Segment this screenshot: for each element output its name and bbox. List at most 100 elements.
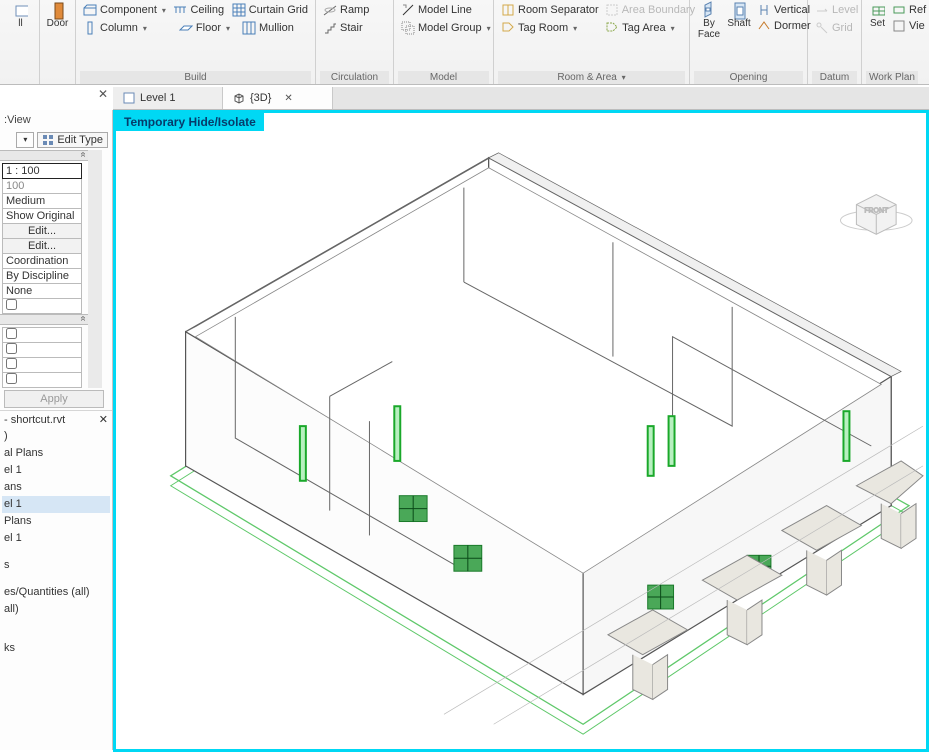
properties-table2 (2, 327, 82, 388)
areaboundary-button: Area Boundary (602, 2, 698, 18)
circulation-group-title: Circulation (320, 71, 389, 84)
floor-button[interactable]: Floor▾ (176, 20, 233, 36)
dormer-label: Dormer (774, 20, 811, 32)
prop-scaleval: 100 (3, 179, 82, 194)
column-button[interactable]: Column▾ (80, 20, 150, 36)
instance-dropdown[interactable]: ▾ (16, 132, 34, 148)
prop-edit1[interactable]: Edit... (3, 224, 82, 239)
dropdown-icon: ▾ (487, 24, 491, 33)
areaboundary-label: Area Boundary (622, 4, 695, 16)
edit-type-button[interactable]: Edit Type (37, 132, 108, 148)
tab-level1[interactable]: Level 1 (113, 87, 223, 109)
prop-detail[interactable]: Medium (3, 194, 82, 209)
modelgroup-label: Model Group (418, 22, 482, 34)
project-browser-tree[interactable]: ) al Plans el 1 ans el 1 Plans el 1 s es… (0, 428, 112, 657)
tag-icon (501, 21, 515, 35)
column-label: Column (100, 22, 138, 34)
level-button: Level (812, 2, 857, 18)
curtaingrid-button[interactable]: Curtain Grid (229, 2, 311, 18)
prop-none[interactable]: None (3, 284, 82, 299)
dormer-button[interactable]: Dormer (754, 18, 814, 34)
tagroom-label: Tag Room (518, 22, 568, 34)
build-group-title: Build (80, 71, 311, 84)
ceiling-button[interactable]: Ceiling (170, 2, 227, 18)
tagroom-button[interactable]: Tag Room▾ (498, 20, 580, 36)
mullion-button[interactable]: Mullion (239, 20, 297, 36)
prop-cb3[interactable] (3, 343, 82, 358)
wall-icon (14, 4, 28, 18)
door-button[interactable]: Door (44, 2, 71, 31)
apply-button[interactable]: Apply (4, 390, 104, 408)
shaft-button[interactable]: Shaft (724, 2, 754, 31)
dropdown-icon: ▾ (226, 24, 230, 33)
dormer-icon (757, 19, 771, 33)
tab-3d[interactable]: {3D} ✕ (223, 87, 333, 109)
component-label: Component (100, 4, 157, 16)
type-icon (42, 134, 54, 146)
prop-scale[interactable]: 1 : 100 (3, 164, 82, 179)
stair-icon (323, 21, 337, 35)
vertical-button[interactable]: Vertical (754, 2, 814, 18)
byface-button[interactable]: By Face (694, 2, 724, 42)
wall-button[interactable]: ll (6, 2, 35, 31)
tree-node[interactable]: al Plans (2, 445, 110, 462)
modelline-button[interactable]: Model Line (398, 2, 489, 18)
ribbon-group-build: Component▾ Ceiling Curtain Grid Column▾ … (76, 0, 316, 84)
viewer-button[interactable]: Vie (889, 18, 929, 34)
ribbon-group-datum: Level Grid Datum (808, 0, 862, 84)
vert-icon (757, 3, 771, 17)
ribbon-group-left: ll (2, 0, 40, 84)
prop-cb2[interactable] (3, 328, 82, 343)
3d-viewport[interactable]: Temporary Hide/Isolate (113, 110, 929, 752)
close-properties-icon[interactable]: ✕ (98, 87, 108, 101)
level-label: Level (832, 4, 858, 16)
stair-button[interactable]: Stair (320, 20, 389, 36)
prop-section-header[interactable] (0, 150, 88, 161)
component-button[interactable]: Component▾ (80, 2, 169, 18)
viewer-label: Vie (909, 20, 925, 32)
edit-type-label: Edit Type (57, 134, 103, 146)
tree-node[interactable]: ans (2, 479, 110, 496)
tab-level1-label: Level 1 (140, 92, 175, 104)
roomsep-button[interactable]: Room Separator (498, 2, 602, 18)
prop-section-header2[interactable] (0, 314, 88, 325)
close-browser-icon[interactable]: ✕ (99, 413, 108, 426)
tree-node[interactable]: all) (2, 601, 110, 618)
props-scrollbar[interactable] (88, 150, 102, 388)
ramp-button[interactable]: Ramp (320, 2, 389, 18)
tree-node[interactable]: es/Quantities (all) (2, 584, 110, 601)
roomsep-label: Room Separator (518, 4, 599, 16)
set-button[interactable]: Set (866, 2, 889, 31)
ribbon-group-opening: By Face Shaft Vertical Dormer Opening (690, 0, 808, 84)
shaft-label: Shaft (727, 18, 750, 29)
properties-panel: ✕ : View ▾ Edit Type 1 : 100 100 Medium … (0, 110, 113, 750)
tree-node[interactable]: Plans (2, 513, 110, 530)
view-category[interactable]: : View (0, 110, 112, 130)
close-icon[interactable]: ✕ (284, 93, 292, 104)
prop-edit2[interactable]: Edit... (3, 239, 82, 254)
tagarea-button[interactable]: Tag Area▾ (602, 20, 677, 36)
room-group-title[interactable]: Room & Area ▾ (498, 71, 685, 84)
dropdown-icon: ▾ (622, 73, 626, 82)
prop-discipline[interactable]: By Discipline (3, 269, 82, 284)
tree-node[interactable]: el 1 (2, 530, 110, 547)
tree-node[interactable]: el 1 (2, 462, 110, 479)
ref-button[interactable]: Ref (889, 2, 929, 18)
datum-group-title: Datum (812, 71, 857, 84)
line-icon (401, 3, 415, 17)
floor-icon (179, 21, 193, 35)
prop-coord[interactable]: Coordination (3, 254, 82, 269)
opening-group-title: Opening (694, 71, 803, 84)
tree-node-selected[interactable]: el 1 (2, 496, 110, 513)
tree-node[interactable]: ) (2, 428, 110, 445)
prop-cb5[interactable] (3, 373, 82, 388)
model-group-title: Model (398, 71, 489, 84)
prop-cb1[interactable] (3, 299, 82, 314)
prop-cb4[interactable] (3, 358, 82, 373)
modelgroup-button[interactable]: Model Group ▾ (398, 20, 489, 36)
grid-icon (232, 3, 246, 17)
wall-label: ll (18, 18, 22, 29)
tree-node[interactable]: s (2, 557, 110, 574)
prop-show[interactable]: Show Original (3, 209, 82, 224)
tree-node[interactable]: ks (2, 640, 110, 657)
